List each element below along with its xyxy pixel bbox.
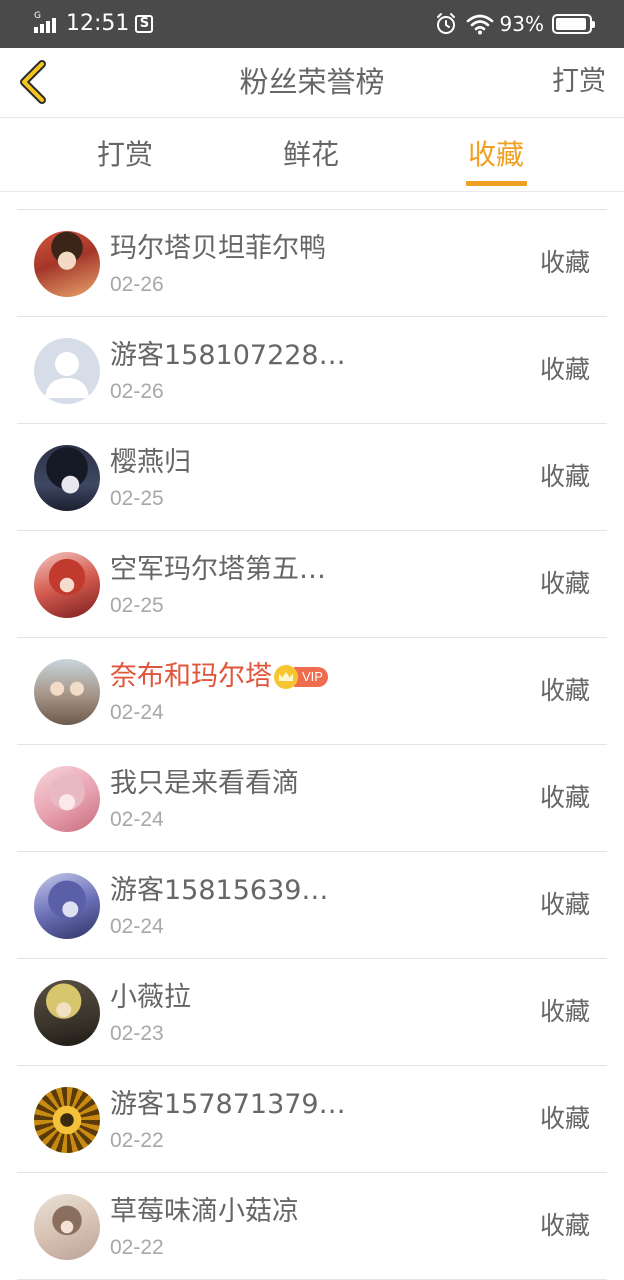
page-title: 粉丝荣誉榜 [239, 65, 385, 99]
avatar [34, 980, 100, 1046]
avatar [34, 1194, 100, 1260]
date: 02-25 [110, 594, 164, 617]
fans-list: 玛尔塔贝坦菲尔鸭 02-26 收藏 游客158107228… 02-26 收藏 … [17, 209, 607, 1280]
user-name: 空军玛尔塔第五… [110, 554, 326, 585]
s-icon: S [135, 15, 154, 33]
vip-label: VIP [294, 667, 328, 687]
action-label: 收藏 [539, 1104, 590, 1133]
avatar [34, 445, 100, 511]
avatar [34, 231, 100, 297]
user-name: 玛尔塔贝坦菲尔鸭 [110, 233, 326, 264]
user-name: 游客15815639… [110, 875, 329, 906]
tab-bar: 打赏 鲜花 收藏 [0, 118, 624, 192]
avatar [34, 338, 100, 404]
action-label: 收藏 [539, 676, 590, 705]
action-label: 收藏 [539, 248, 590, 277]
date: 02-26 [110, 380, 164, 403]
nav-bar: 粉丝荣誉榜 打赏 [0, 48, 624, 118]
action-label: 收藏 [539, 569, 590, 598]
status-bar: G 12:51 S 93% [0, 0, 624, 48]
action-label: 收藏 [539, 462, 590, 491]
network-type: G [34, 11, 41, 21]
user-name: 我只是来看看滴 [110, 768, 299, 799]
user-name: 奈布和玛尔塔 [110, 661, 272, 692]
alarm-icon [436, 13, 455, 34]
list-item[interactable]: 樱燕归 02-25 收藏 [17, 424, 607, 531]
list-item[interactable]: 小薇拉 02-23 收藏 [17, 959, 607, 1066]
date: 02-24 [110, 915, 164, 938]
reward-button[interactable]: 打赏 [552, 62, 606, 102]
battery-icon [552, 14, 595, 34]
list-item[interactable]: 我只是来看看滴 02-24 收藏 [17, 745, 607, 852]
action-label: 收藏 [539, 783, 590, 812]
avatar [34, 552, 100, 618]
status-right: 93% [434, 10, 595, 38]
date: 02-24 [110, 808, 164, 831]
date: 02-23 [110, 1022, 164, 1045]
action-label: 收藏 [539, 355, 590, 384]
user-name: 樱燕归 [110, 447, 191, 478]
signal-icon: G [34, 11, 60, 35]
avatar [34, 659, 100, 725]
user-name: 游客158107228… [110, 340, 346, 371]
date: 02-26 [110, 273, 164, 296]
action-label: 收藏 [539, 1211, 590, 1240]
date: 02-25 [110, 487, 164, 510]
avatar [34, 1087, 100, 1153]
avatar [34, 873, 100, 939]
crown-icon [274, 665, 298, 689]
date: 02-24 [110, 701, 164, 724]
battery-percent: 93% [499, 12, 544, 36]
avatar [34, 766, 100, 832]
wifi-icon [466, 14, 493, 35]
list-item[interactable]: 草莓味滴小菇凉 02-22 收藏 [17, 1173, 607, 1280]
list-item[interactable]: 空军玛尔塔第五… 02-25 收藏 [17, 531, 607, 638]
active-tab-indicator [466, 181, 527, 186]
list-item[interactable]: 奈布和玛尔塔 VIP 02-24 收藏 [17, 638, 607, 745]
clock: 12:51 [66, 11, 130, 36]
user-name: 小薇拉 [110, 982, 191, 1013]
back-button[interactable] [14, 58, 58, 106]
date: 02-22 [110, 1129, 164, 1152]
user-name: 游客157871379… [110, 1089, 346, 1120]
tab-reward[interactable]: 打赏 [97, 136, 153, 174]
default-avatar-icon [45, 352, 89, 398]
tab-favorites[interactable]: 收藏 [468, 136, 524, 174]
user-name: 草莓味滴小菇凉 [110, 1196, 299, 1227]
tab-flowers[interactable]: 鲜花 [283, 136, 339, 174]
list-item[interactable]: 游客15815639… 02-24 收藏 [17, 852, 607, 959]
list-item[interactable]: 游客157871379… 02-22 收藏 [17, 1066, 607, 1173]
list-item[interactable]: 玛尔塔贝坦菲尔鸭 02-26 收藏 [17, 210, 607, 317]
date: 02-22 [110, 1236, 164, 1259]
action-label: 收藏 [539, 997, 590, 1026]
action-label: 收藏 [539, 890, 590, 919]
vip-badge: VIP [274, 665, 328, 689]
chevron-left-icon [20, 60, 46, 104]
status-left: G 12:51 S [34, 10, 154, 38]
list-item[interactable]: 游客158107228… 02-26 收藏 [17, 317, 607, 424]
